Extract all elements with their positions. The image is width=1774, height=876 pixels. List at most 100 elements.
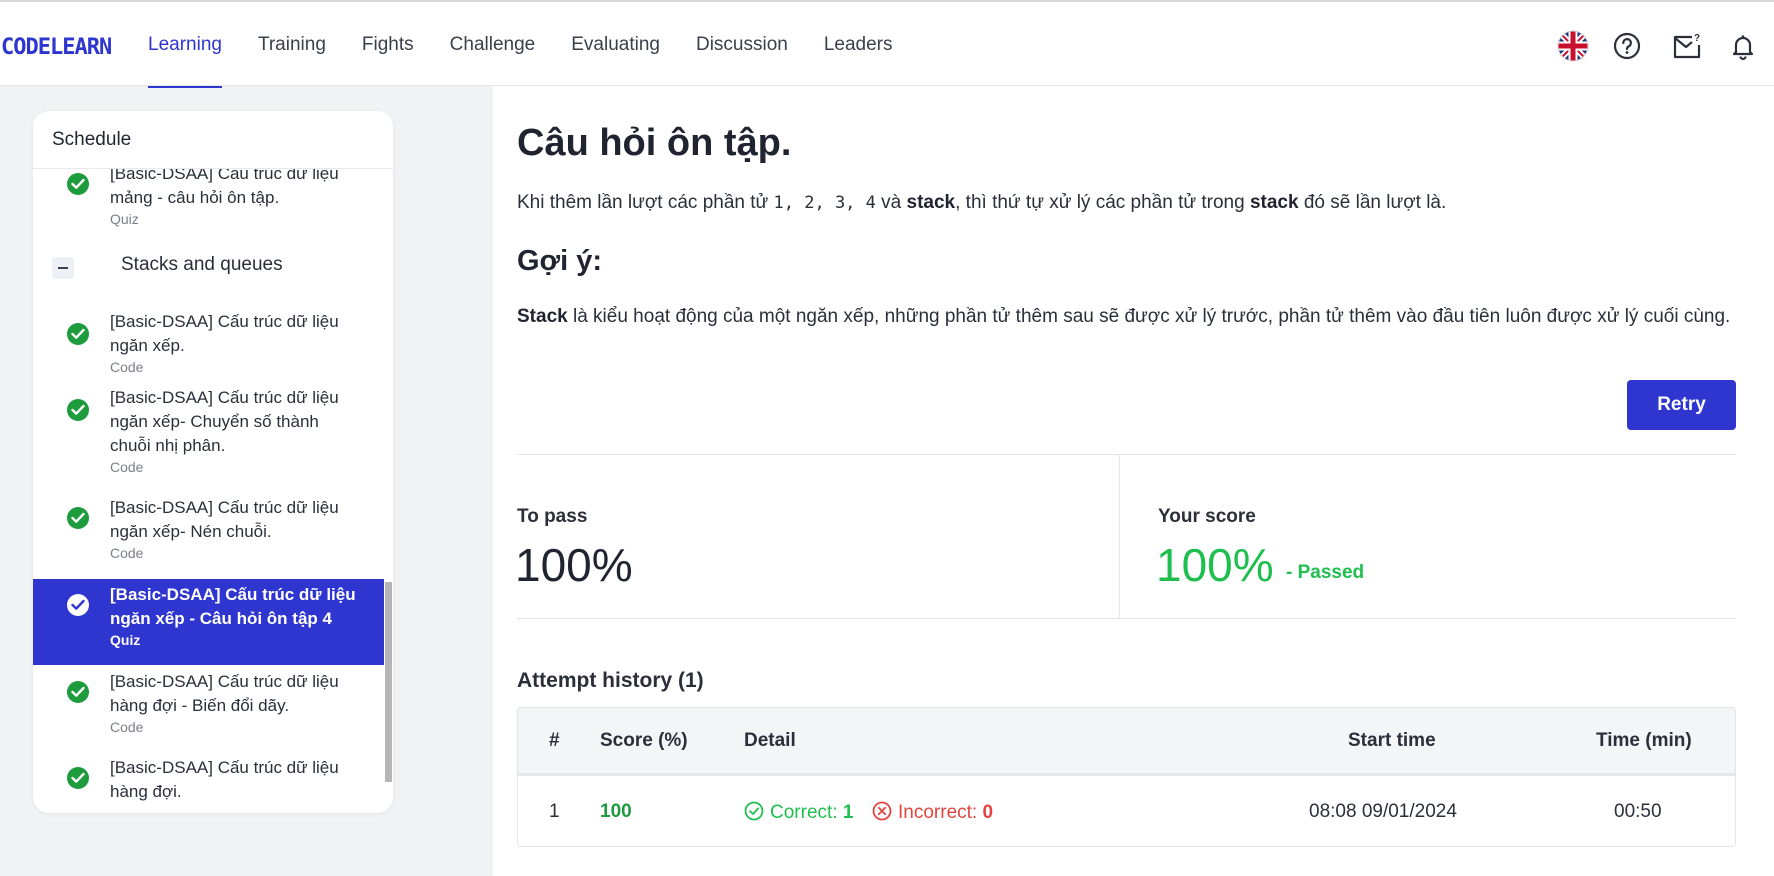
divider: [1119, 454, 1120, 618]
incorrect-count: Incorrect: 0: [872, 801, 993, 827]
x-circle-icon: [872, 801, 892, 827]
lesson-item-text: [Basic-DSAA] Cấu trúc dữ liệu ngăn xếp. …: [110, 310, 360, 375]
column-header: Start time: [1348, 730, 1436, 751]
question-sequence: 1, 2, 3, 4: [773, 193, 876, 213]
lesson-item-text: [Basic-DSAA] Cấu trúc dữ liệu ngăn xếp- …: [110, 386, 360, 475]
bell-icon[interactable]: [1727, 30, 1759, 62]
lesson-type: Code: [110, 359, 144, 375]
question-text: Khi thêm lần lượt các phần tử 1, 2, 3, 4…: [517, 192, 1737, 214]
lesson-item[interactable]: [Basic-DSAA] Cấu trúc dữ liệu mảng - câu…: [33, 169, 384, 233]
column-header: Time (min): [1596, 730, 1692, 751]
section-label: Stacks and queues: [121, 254, 283, 275]
attempt-score: 100: [600, 801, 632, 822]
nav-training[interactable]: Training: [258, 2, 326, 88]
attempt-duration: 00:50: [1614, 801, 1662, 822]
top-navbar: CODELEARN Learning Training Fights Chall…: [0, 0, 1774, 88]
question-keyword: stack: [1249, 192, 1299, 213]
hint-body: là kiểu hoạt động của một ngăn xếp, nhữn…: [567, 306, 1731, 327]
page-title: Câu hỏi ôn tập.: [517, 122, 792, 164]
lesson-title: [Basic-DSAA] Cấu trúc dữ liệu hàng đợi.: [110, 758, 339, 801]
divider: [517, 454, 1736, 455]
question-part: và: [875, 192, 907, 213]
lesson-item[interactable]: [Basic-DSAA] Cấu trúc dữ liệu ngăn xếp- …: [33, 496, 384, 579]
collapse-minus-icon[interactable]: [52, 257, 74, 279]
lesson-item-active[interactable]: [Basic-DSAA] Cấu trúc dữ liệu ngăn xếp -…: [33, 579, 384, 665]
nav-fights[interactable]: Fights: [362, 2, 414, 88]
scrollbar-thumb[interactable]: [385, 582, 392, 782]
lesson-item[interactable]: [Basic-DSAA] Cấu trúc dữ liệu hàng đợi -…: [33, 669, 384, 749]
lesson-title: [Basic-DSAA] Cấu trúc dữ liệu ngăn xếp- …: [110, 498, 339, 541]
quiz-result-panel: Câu hỏi ôn tập. Khi thêm lần lượt các ph…: [493, 86, 1774, 876]
nav-leaders[interactable]: Leaders: [824, 2, 893, 88]
section-stacks-queues[interactable]: Stacks and queues: [52, 253, 372, 283]
sidebar-scrollbar[interactable]: [384, 169, 393, 813]
lesson-item-text: [Basic-DSAA] Cấu trúc dữ liệu hàng đợi.: [110, 756, 360, 804]
lesson-title: [Basic-DSAA] Cấu trúc dữ liệu hàng đợi -…: [110, 672, 339, 715]
column-header: Score (%): [600, 730, 688, 751]
column-header: Detail: [744, 730, 796, 751]
attempt-start-time: 08:08 09/01/2024: [1309, 801, 1457, 822]
question-keyword: stack: [906, 192, 956, 213]
schedule-sidebar: Schedule [Basic-DSAA] Cấu trúc dữ liệu m…: [33, 111, 393, 813]
table-row[interactable]: 1 100 Correct: 1 Incorrect: 0 08:08 09/0…: [518, 779, 1735, 846]
your-score-label: Your score: [1158, 506, 1256, 527]
attempt-index: 1: [549, 801, 560, 822]
attempt-history-title: Attempt history (1): [517, 669, 704, 692]
hint-keyword: Stack: [517, 306, 568, 327]
lesson-type: Quiz: [110, 211, 139, 227]
lesson-type: Code: [110, 459, 144, 475]
incorrect-value: 0: [982, 802, 994, 823]
nav-evaluating[interactable]: Evaluating: [571, 2, 660, 88]
incorrect-label: Incorrect:: [898, 802, 978, 823]
lesson-item[interactable]: [Basic-DSAA] Cấu trúc dữ liệu ngăn xếp- …: [33, 386, 384, 489]
table-header: # Score (%) Detail Start time Time (min): [518, 708, 1735, 776]
lesson-item-text: [Basic-DSAA] Cấu trúc dữ liệu ngăn xếp -…: [110, 583, 360, 648]
lesson-item[interactable]: [Basic-DSAA] Cấu trúc dữ liệu ngăn xếp. …: [33, 305, 384, 385]
correct-label: Correct:: [770, 802, 838, 823]
lesson-item-text: [Basic-DSAA] Cấu trúc dữ liệu hàng đợi -…: [110, 670, 360, 735]
completed-check-icon: [67, 173, 89, 195]
lesson-type: Code: [110, 545, 144, 561]
lesson-title: [Basic-DSAA] Cấu trúc dữ liệu ngăn xếp.: [110, 312, 339, 355]
check-circle-icon: [744, 801, 764, 827]
to-pass-value: 100%: [515, 539, 633, 591]
nav-challenge[interactable]: Challenge: [450, 2, 536, 88]
lesson-type: Code: [110, 719, 144, 735]
main-nav: Learning Training Fights Challenge Evalu…: [148, 2, 929, 88]
lesson-title: [Basic-DSAA] Cấu trúc dữ liệu ngăn xếp- …: [110, 388, 339, 455]
correct-count: Correct: 1: [744, 801, 853, 827]
completed-check-icon: [67, 681, 89, 703]
score-status: - Passed: [1286, 562, 1365, 583]
question-part: Khi thêm lần lượt các phần tử: [517, 192, 774, 213]
divider: [517, 618, 1736, 619]
completed-check-icon: [67, 767, 89, 789]
lesson-item-text: [Basic-DSAA] Cấu trúc dữ liệu mảng - câu…: [110, 169, 360, 227]
to-pass-label: To pass: [517, 506, 588, 527]
lesson-item-text: [Basic-DSAA] Cấu trúc dữ liệu ngăn xếp- …: [110, 496, 360, 561]
completed-check-icon: [67, 399, 89, 421]
question-part: đó sẽ lần lượt là.: [1298, 192, 1447, 213]
hint-text: Stack là kiểu hoạt động của một ngăn xếp…: [517, 302, 1737, 331]
hint-title: Gợi ý:: [517, 245, 603, 277]
lesson-item[interactable]: [Basic-DSAA] Cấu trúc dữ liệu hàng đợi.: [33, 757, 384, 813]
completed-check-icon: [67, 594, 89, 616]
retry-button[interactable]: Retry: [1627, 380, 1736, 430]
lesson-title: [Basic-DSAA] Cấu trúc dữ liệu ngăn xếp -…: [110, 585, 356, 628]
mail-icon[interactable]: ?: [1671, 30, 1703, 62]
schedule-list[interactable]: [Basic-DSAA] Cấu trúc dữ liệu mảng - câu…: [33, 169, 384, 813]
question-part: , thì thứ tự xử lý các phần tử trong: [955, 192, 1250, 213]
nav-learning[interactable]: Learning: [148, 2, 222, 88]
completed-check-icon: [67, 507, 89, 529]
help-icon[interactable]: [1611, 30, 1643, 62]
uk-flag-icon[interactable]: [1557, 30, 1589, 62]
lesson-type: Quiz: [110, 632, 141, 648]
codelearn-logo[interactable]: CODELEARN: [1, 35, 112, 65]
nav-discussion[interactable]: Discussion: [696, 2, 788, 88]
your-score-value: 100%: [1156, 539, 1274, 591]
svg-text:?: ?: [1694, 33, 1700, 44]
completed-check-icon: [67, 323, 89, 345]
sidebar-title: Schedule: [33, 111, 393, 169]
correct-value: 1: [842, 802, 854, 823]
attempt-history-table: # Score (%) Detail Start time Time (min)…: [517, 707, 1736, 847]
lesson-title: [Basic-DSAA] Cấu trúc dữ liệu mảng - câu…: [110, 169, 339, 207]
